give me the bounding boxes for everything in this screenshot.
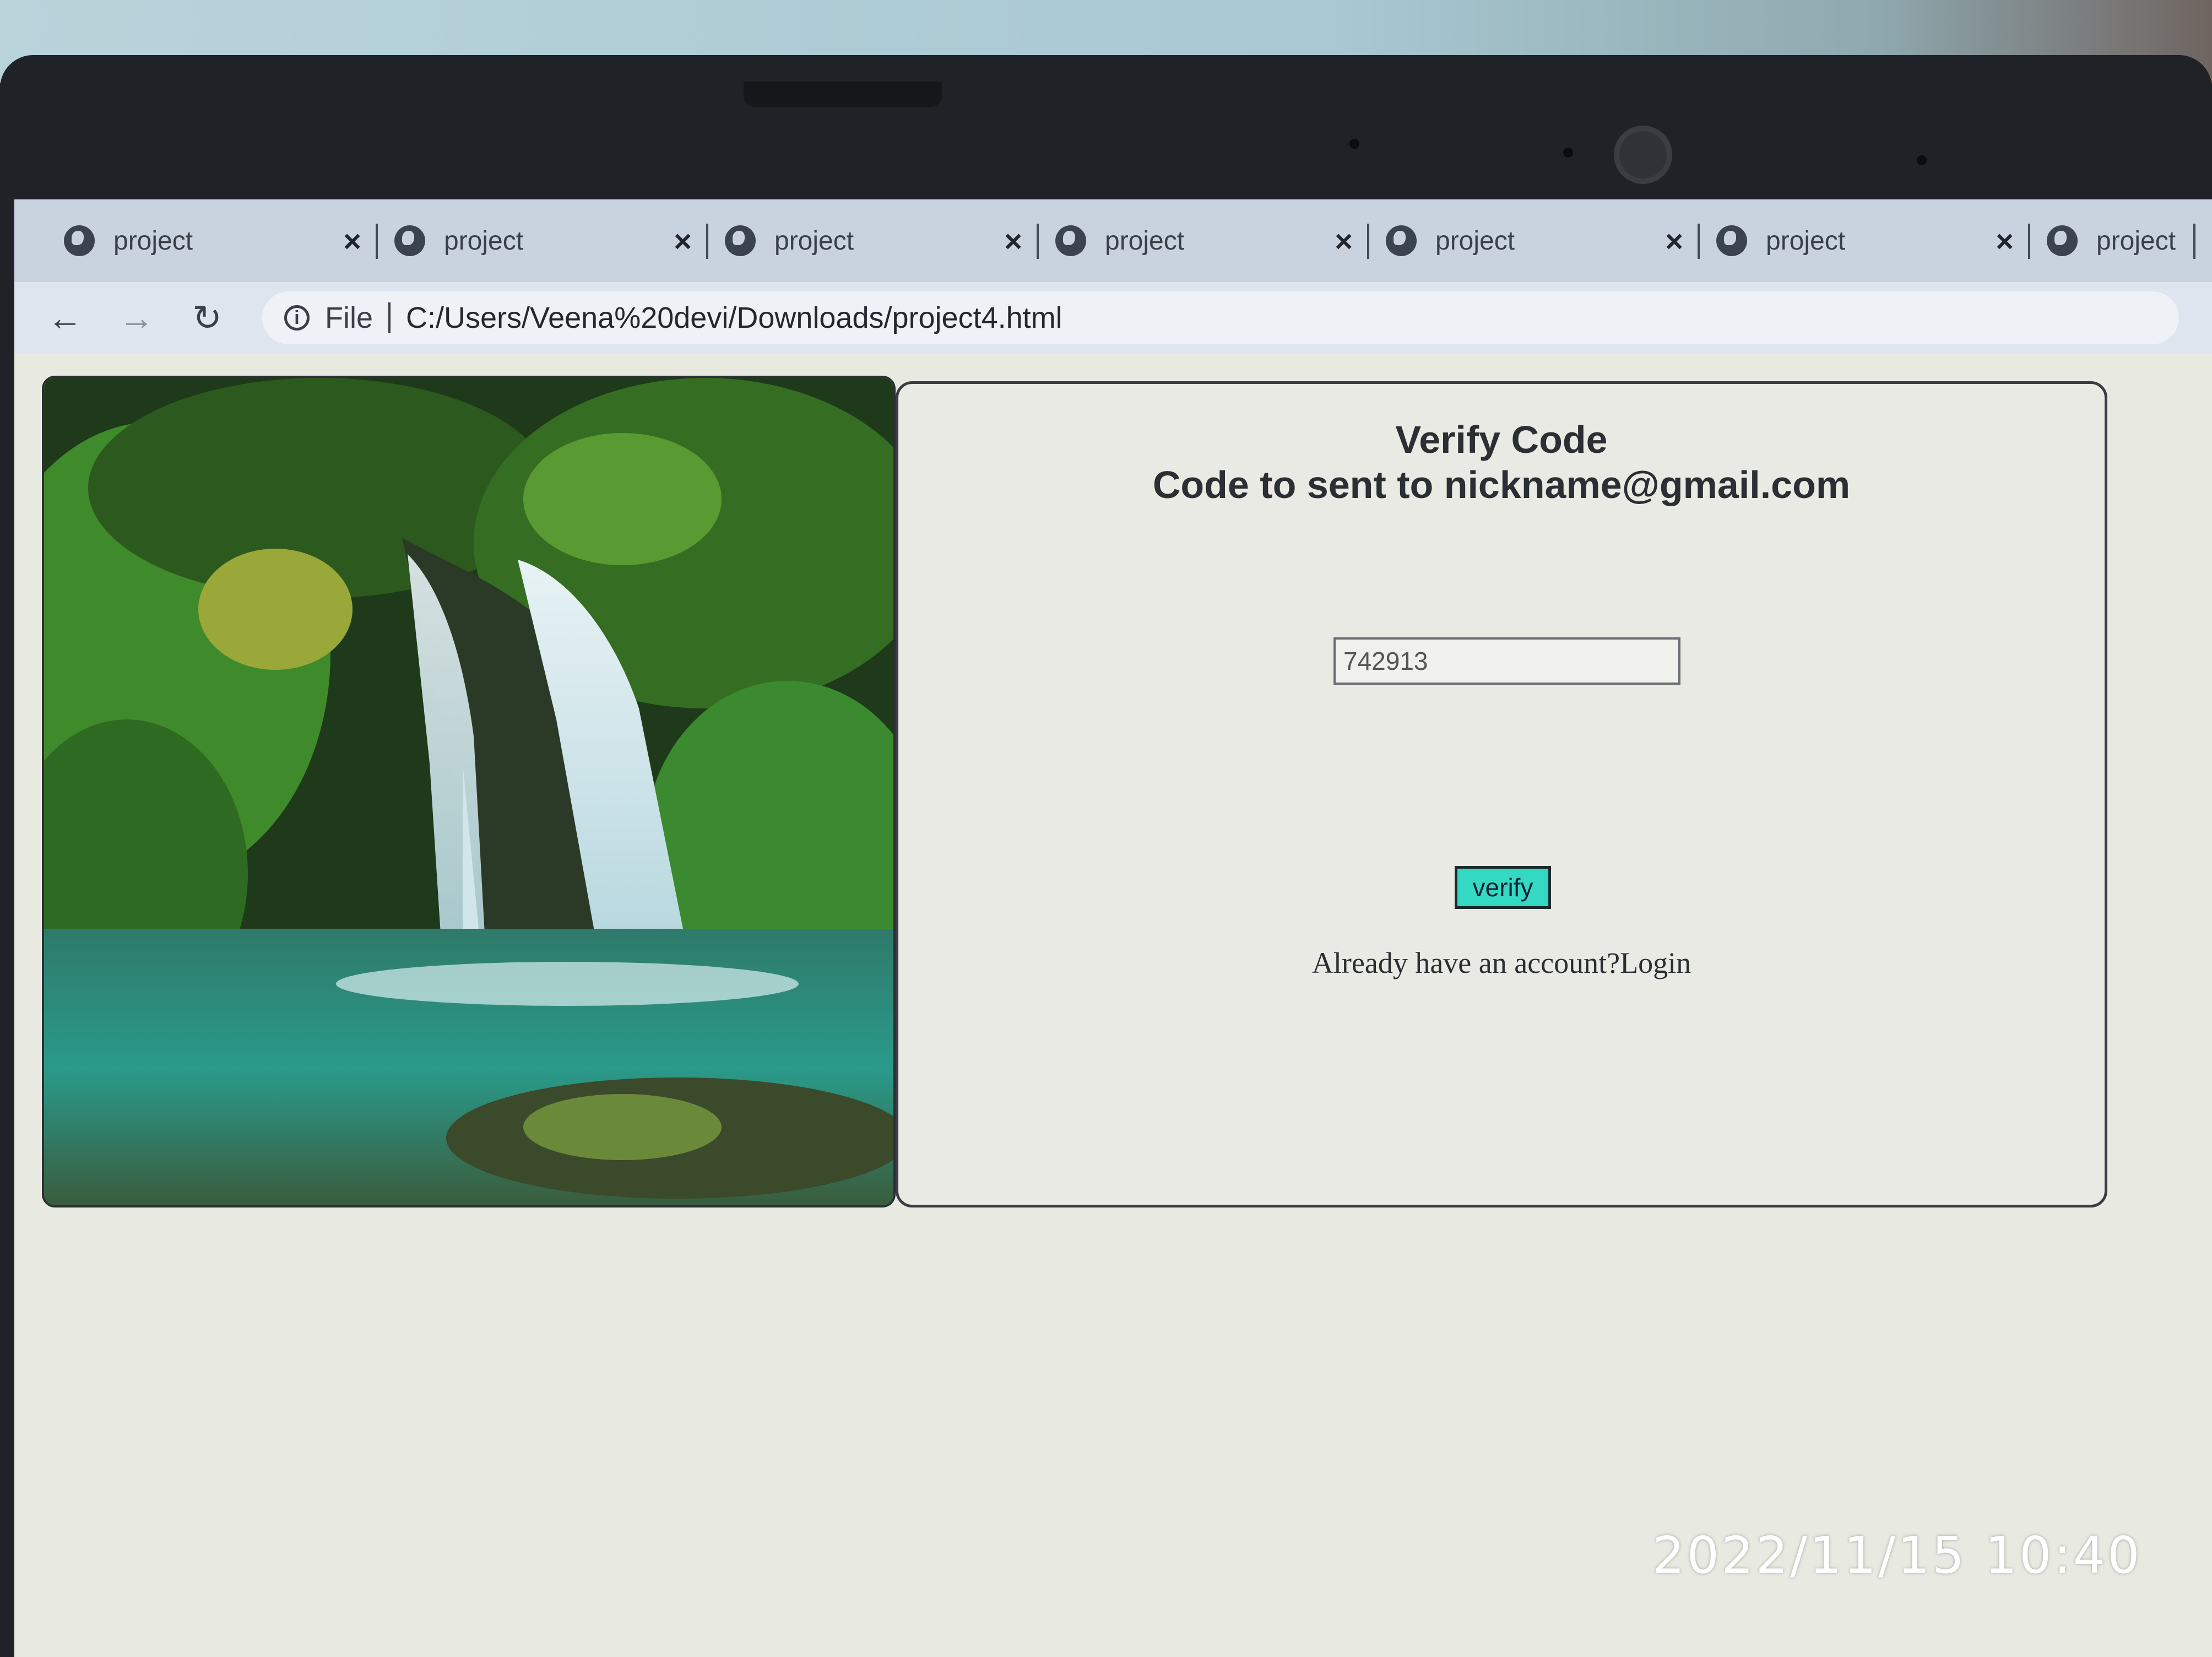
- browser-toolbar: ← → ↻ i File C:/Users/Veena%20devi/Downl…: [14, 282, 2212, 354]
- tab-title: project: [1435, 226, 1515, 256]
- tab-title: project: [774, 226, 854, 256]
- browser-tab[interactable]: project ×: [1700, 210, 2030, 271]
- back-button[interactable]: ←: [47, 297, 83, 338]
- page-content: Verify Code Code to sent to nickname@gma…: [14, 354, 2212, 1657]
- browser-tab[interactable]: project ×: [1369, 210, 1700, 271]
- bezel-sensor: [1917, 155, 1927, 165]
- bezel-notch: [744, 82, 942, 107]
- close-icon[interactable]: ×: [1004, 223, 1022, 259]
- laptop-screen: project × project × project × project × …: [14, 199, 2212, 1657]
- verify-title: Verify Code: [1395, 418, 1608, 461]
- globe-icon: [2047, 225, 2078, 256]
- tab-strip: project × project × project × project × …: [14, 199, 2212, 282]
- photo-timestamp: 2022/11/15 10:40: [1652, 1526, 2142, 1585]
- forward-button[interactable]: →: [119, 297, 154, 338]
- verify-subtitle: Code to sent to nickname@gmail.com: [1152, 463, 1851, 506]
- tab-title: project: [1766, 226, 1846, 256]
- browser-tab[interactable]: project ×: [708, 210, 1039, 271]
- browser-tab[interactable]: project ×: [1039, 210, 1369, 271]
- globe-icon: [394, 225, 425, 256]
- close-icon[interactable]: ×: [343, 223, 361, 259]
- close-icon[interactable]: ×: [1665, 223, 1683, 259]
- tab-title: project: [1105, 226, 1185, 256]
- globe-icon: [725, 225, 756, 256]
- panel-heading: Verify Code Code to sent to nickname@gma…: [898, 417, 2105, 507]
- globe-icon: [1386, 225, 1417, 256]
- browser-tab[interactable]: project ×: [378, 210, 708, 271]
- close-icon[interactable]: ×: [674, 223, 692, 259]
- bezel-sensor: [1349, 139, 1359, 149]
- info-icon[interactable]: i: [284, 305, 310, 331]
- browser-tab[interactable]: project ×: [47, 210, 378, 271]
- tab-title: project: [2096, 226, 2176, 256]
- bezel-sensor: [1563, 148, 1573, 158]
- globe-icon: [1055, 225, 1086, 256]
- browser-tab[interactable]: project: [2030, 210, 2195, 271]
- tab-title: project: [444, 226, 524, 256]
- verification-code-input[interactable]: [1333, 637, 1680, 685]
- verify-panel: Verify Code Code to sent to nickname@gma…: [896, 381, 2107, 1207]
- url-text[interactable]: C:/Users/Veena%20devi/Downloads/project4…: [406, 301, 1062, 335]
- globe-icon: [1716, 225, 1747, 256]
- close-icon[interactable]: ×: [1996, 223, 2014, 259]
- waterfall-illustration: [44, 378, 893, 1205]
- globe-icon: [64, 225, 95, 256]
- scheme-label: File: [325, 301, 373, 334]
- address-divider: [388, 302, 391, 333]
- waterfall-image: [42, 376, 896, 1207]
- reload-button[interactable]: ↻: [191, 297, 224, 339]
- address-bar[interactable]: i File C:/Users/Veena%20devi/Downloads/p…: [262, 291, 2179, 344]
- webcam: [1614, 126, 1672, 184]
- close-icon[interactable]: ×: [1335, 223, 1353, 259]
- tab-title: project: [113, 226, 193, 256]
- login-link[interactable]: Already have an account?Login: [898, 946, 2105, 980]
- verify-button[interactable]: verify: [1455, 866, 1551, 909]
